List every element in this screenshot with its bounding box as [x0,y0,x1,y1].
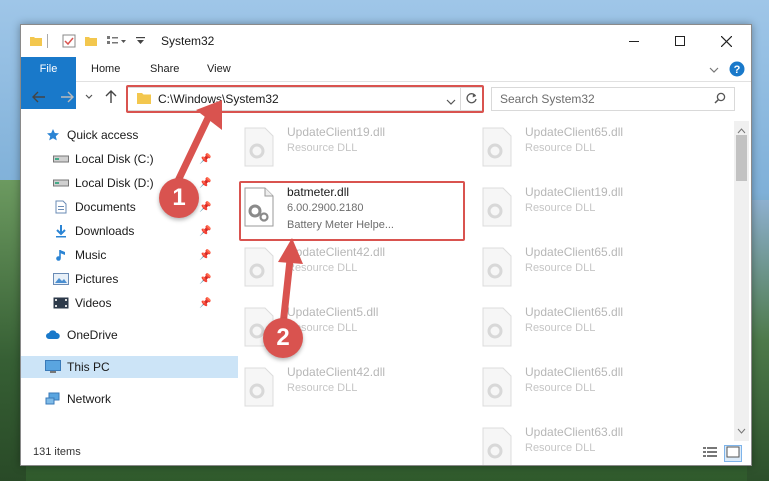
annotation-arrows [172,100,303,329]
callout-badge-1: 1 [159,178,199,218]
callout-badge-2: 2 [263,318,303,358]
